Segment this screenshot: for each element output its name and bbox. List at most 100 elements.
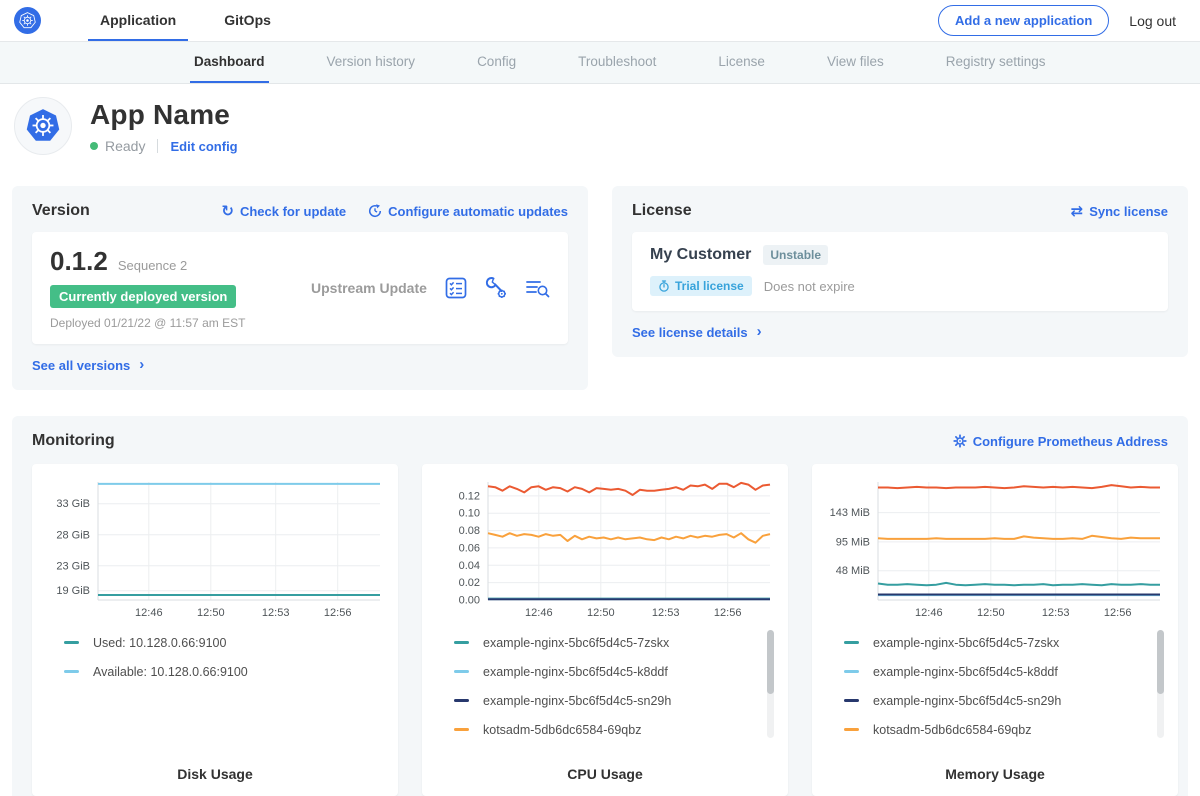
app-header: App Name Ready Edit config [0,84,1200,178]
legend-item: example-nginx-5bc6f5d4c5-7zskx [454,628,760,657]
chevron-right-icon: › [757,323,762,340]
svg-text:12:53: 12:53 [652,607,680,619]
preflight-checks-icon[interactable] [445,277,467,299]
version-source-label: Upstream Update [305,280,445,296]
svg-text:0.06: 0.06 [459,542,480,554]
legend-swatch [454,670,469,673]
tab-config[interactable]: Config [473,42,520,83]
legend-swatch [844,670,859,673]
svg-text:0.10: 0.10 [459,508,480,520]
deployed-timestamp: Deployed 01/21/22 @ 11:57 am EST [50,316,305,330]
legend-swatch [844,699,859,702]
cpu-usage-chart: 12:4612:5012:5312:560.000.020.040.060.08… [434,474,776,624]
see-license-details-link[interactable]: See license details › [632,324,1168,341]
legend-label: Used: 10.128.0.66:9100 [93,636,226,650]
page-title: App Name [90,99,238,131]
svg-text:0.12: 0.12 [459,490,480,502]
legend-label: example-nginx-5bc6f5d4c5-k8ddf [483,665,668,679]
legend-item: kotsadm-5db6dc6584-69qbz [454,715,760,744]
cpu-usage-legend: example-nginx-5bc6f5d4c5-7zskx example-ng… [434,628,776,766]
kubernetes-helm-icon [18,11,37,30]
legend-scrollbar-thumb[interactable] [1157,630,1164,694]
stopwatch-icon [658,280,670,292]
legend-label: example-nginx-5bc6f5d4c5-k8ddf [873,665,1058,679]
tab-dashboard-label: Dashboard [194,54,265,69]
tab-license[interactable]: License [714,42,769,83]
legend-item: Available: 10.128.0.66:9100 [64,657,370,686]
configure-prometheus-link[interactable]: Configure Prometheus Address [953,434,1168,449]
legend-item: Used: 10.128.0.66:9100 [64,628,370,657]
legend-scrollbar [767,630,774,738]
edit-config-link[interactable]: Edit config [170,139,237,154]
svg-text:12:56: 12:56 [324,607,352,619]
monitoring-title: Monitoring [32,432,115,450]
svg-text:0.04: 0.04 [459,560,480,572]
kubernetes-logo [14,0,54,41]
legend-item: example-nginx-5bc6f5d4c5-7zskx [844,628,1150,657]
configure-automatic-updates-link[interactable]: Configure automatic updates [368,204,568,219]
sync-license-label: Sync license [1089,204,1168,219]
chevron-right-icon: › [139,356,144,373]
status-text: Ready [105,138,145,154]
legend-label: example-nginx-5bc6f5d4c5-sn29h [483,694,671,708]
gear-icon [953,434,967,448]
disk-usage-card: 12:4612:5012:5312:5619 GiB23 GiB28 GiB33… [32,464,398,796]
svg-text:0.08: 0.08 [459,525,480,537]
divider [157,139,158,153]
legend-swatch [64,670,79,673]
svg-text:12:53: 12:53 [1042,607,1070,619]
configure-automatic-updates-label: Configure automatic updates [388,204,568,219]
status-dot [90,142,98,150]
license-card: My Customer Unstable Trial license [632,232,1168,311]
license-title: License [632,202,692,220]
disk-usage-chart: 12:4612:5012:5312:5619 GiB23 GiB28 GiB33… [44,474,386,624]
tab-application-label: Application [100,12,176,28]
version-number: 0.1.2 [50,246,108,277]
svg-text:0.02: 0.02 [459,577,480,589]
tab-view-files-label: View files [827,54,884,69]
legend-item: example-nginx-5bc6f5d4c5-k8ddf [454,657,760,686]
tab-version-history[interactable]: Version history [323,42,420,83]
refresh-icon: ↻ [221,204,234,219]
edit-config-icon[interactable] [484,276,508,300]
legend-swatch [844,728,859,731]
svg-text:12:53: 12:53 [262,607,290,619]
kubernetes-app-icon [24,107,62,145]
svg-text:48 MiB: 48 MiB [836,565,870,577]
sync-license-link[interactable]: ⇄ Sync license [1071,204,1168,219]
tab-dashboard[interactable]: Dashboard [190,42,269,83]
svg-text:33 GiB: 33 GiB [56,498,90,510]
tab-troubleshoot-label: Troubleshoot [578,54,656,69]
svg-text:143 MiB: 143 MiB [830,507,870,519]
logout-button[interactable]: Log out [1129,13,1176,29]
view-files-icon[interactable] [525,278,550,299]
app-avatar [14,97,72,155]
legend-scrollbar-thumb[interactable] [767,630,774,694]
tab-gitops[interactable]: GitOps [212,0,283,41]
tab-view-files[interactable]: View files [823,42,888,83]
add-application-button[interactable]: Add a new application [938,5,1109,36]
legend-scrollbar [1157,630,1164,738]
see-license-details-label: See license details [632,325,748,340]
license-expiry: Does not expire [764,279,855,294]
sync-arrows-icon: ⇄ [1071,204,1084,219]
tab-gitops-label: GitOps [224,12,271,28]
check-for-update-link[interactable]: ↻ Check for update [221,204,346,219]
version-title: Version [32,202,90,220]
svg-text:0.00: 0.00 [459,595,480,607]
version-panel: Version ↻ Check for update Configure aut… [12,186,588,390]
see-all-versions-link[interactable]: See all versions › [32,357,568,374]
legend-label: kotsadm-5db6dc6584-69qbz [873,723,1031,737]
tab-registry-settings[interactable]: Registry settings [942,42,1050,83]
tab-application[interactable]: Application [88,0,188,41]
svg-text:12:46: 12:46 [135,607,163,619]
legend-swatch [844,641,859,644]
cpu-usage-card: 12:4612:5012:5312:560.000.020.040.060.08… [422,464,788,796]
svg-text:12:46: 12:46 [915,607,943,619]
legend-swatch [64,641,79,644]
svg-text:12:50: 12:50 [977,607,1005,619]
version-sequence: Sequence 2 [118,258,187,273]
svg-text:12:50: 12:50 [587,607,615,619]
tab-troubleshoot[interactable]: Troubleshoot [574,42,660,83]
memory-usage-title: Memory Usage [824,766,1166,782]
